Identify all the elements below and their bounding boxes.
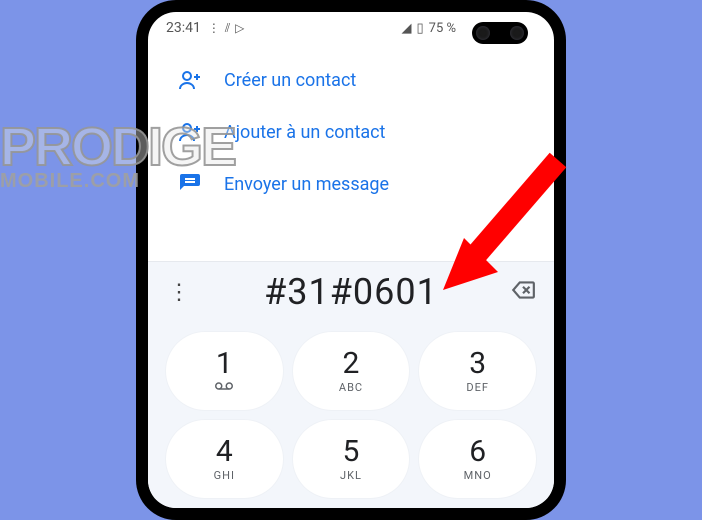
key-6[interactable]: 6 MNO [419,420,536,498]
send-message-row[interactable]: Envoyer un message [148,158,554,210]
phone-frame: 23:41 ⋮ ⫽ ▷ ◢ ▯ 75 % Créer un contact [136,0,566,520]
backspace-icon[interactable] [508,277,538,307]
message-icon [178,172,202,196]
create-contact-row[interactable]: Créer un contact [148,54,554,106]
person-add-icon [178,120,202,144]
key-4[interactable]: 4 GHI [166,420,283,498]
add-to-contact-row[interactable]: Ajouter à un contact [148,106,554,158]
keypad: 1 2 ABC 3 DEF 4 GHI [148,322,554,508]
more-icon[interactable]: ⋮ [164,280,194,305]
status-time: 23:41 [166,20,201,36]
key-5[interactable]: 5 JKL [293,420,410,498]
dialer: ⋮ #31#0601 1 2 ABC [148,261,554,508]
key-1[interactable]: 1 [166,332,283,410]
voicemail-icon [215,381,233,394]
battery-icon: ▯ [416,21,423,36]
screen: 23:41 ⋮ ⫽ ▷ ◢ ▯ 75 % Créer un contact [148,12,554,508]
key-3[interactable]: 3 DEF [419,332,536,410]
signal-icon: ◢ [401,21,411,36]
add-to-contact-label: Ajouter à un contact [224,122,385,143]
send-message-label: Envoyer un message [224,174,389,195]
dial-input-display: #31#0601 [194,271,508,313]
status-icon-group: ⋮ ⫽ ▷ [208,21,246,36]
person-add-icon [178,68,202,92]
contact-actions: Créer un contact Ajouter à un contact En… [148,44,554,218]
camera-cutout [472,22,528,44]
battery-percent: 75 % [429,21,456,36]
key-2[interactable]: 2 ABC [293,332,410,410]
create-contact-label: Créer un contact [224,70,356,91]
